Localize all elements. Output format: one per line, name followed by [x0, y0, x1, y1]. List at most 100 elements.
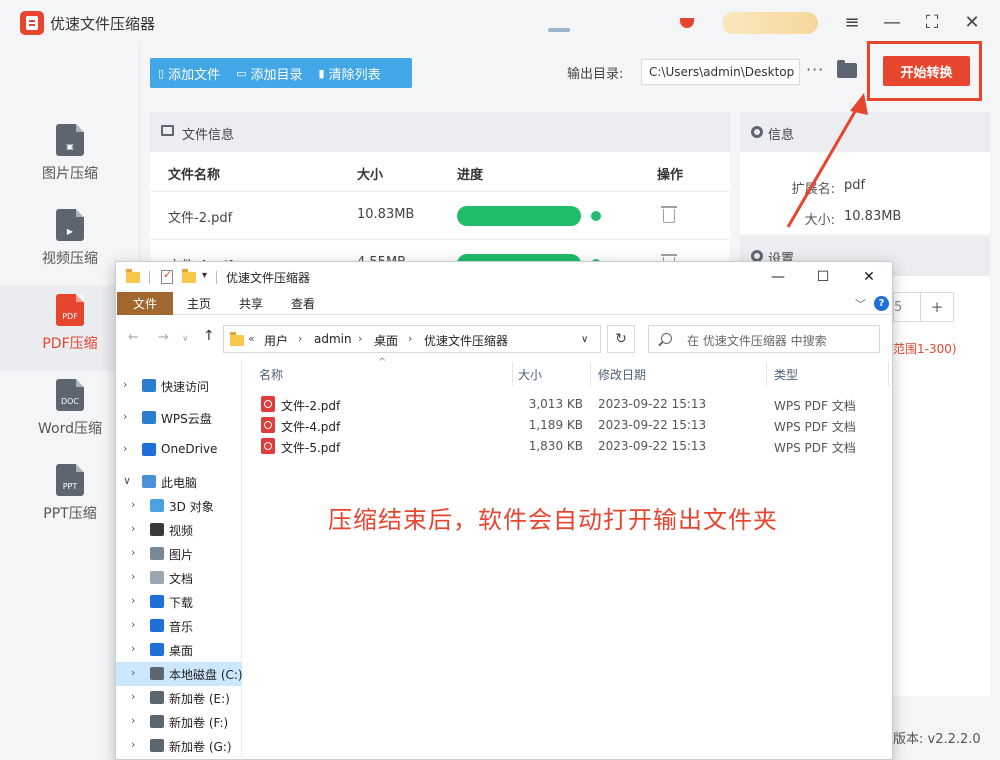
- tree-item[interactable]: › 桌面: [116, 638, 242, 662]
- list-item[interactable]: 文件-2.pdf 3,013 KB 2023-09-22 15:13 WPS P…: [256, 394, 876, 415]
- chevron-right-icon[interactable]: ›: [123, 410, 127, 423]
- chevron-right-icon[interactable]: ›: [131, 546, 135, 559]
- breadcrumb-item[interactable]: admin: [314, 332, 352, 346]
- close-button[interactable]: ✕: [960, 10, 984, 34]
- chevron-right-icon[interactable]: ›: [131, 522, 135, 535]
- list-item[interactable]: 文件-4.pdf 1,189 KB 2023-09-22 15:13 WPS P…: [256, 415, 876, 436]
- tree-item[interactable]: › 新加卷 (F:): [116, 710, 242, 734]
- open-folder-icon[interactable]: [837, 60, 857, 78]
- column-divider[interactable]: [888, 362, 889, 386]
- tree-item[interactable]: › 新加卷 (E:): [116, 686, 242, 710]
- promo-icon[interactable]: [680, 18, 694, 28]
- tab-home[interactable]: 主页: [178, 292, 220, 315]
- tree-item[interactable]: › 视频: [116, 518, 242, 542]
- tree-item-label: 视频: [169, 524, 194, 538]
- chevron-right-icon[interactable]: ›: [131, 666, 135, 679]
- chevron-right-icon[interactable]: ›: [131, 642, 135, 655]
- maximize-button[interactable]: ☐: [813, 267, 833, 287]
- chevron-down-icon[interactable]: ∨: [123, 474, 131, 487]
- breadcrumb-prefix: «: [248, 332, 255, 345]
- chevron-right-icon[interactable]: ›: [131, 618, 135, 631]
- minimize-button[interactable]: —: [880, 10, 904, 34]
- chevron-right-icon[interactable]: ›: [131, 690, 135, 703]
- column-header-date[interactable]: 修改日期: [598, 366, 646, 383]
- expand-ribbon-icon[interactable]: ﹀: [855, 296, 866, 312]
- tree-item[interactable]: ∨ 此电脑: [116, 470, 242, 494]
- file-explorer-window: ▾ 优速文件压缩器 — ☐ ✕ 文件 主页 共享 查看 ﹀ ? ← → ∨ ↑ …: [115, 261, 893, 760]
- refresh-icon[interactable]: ↻: [607, 325, 635, 353]
- tree-item[interactable]: › 快速访问: [116, 374, 242, 398]
- tree-item[interactable]: › 音乐: [116, 614, 242, 638]
- delete-icon[interactable]: [661, 206, 677, 223]
- tree-item[interactable]: › OneDrive: [116, 438, 242, 462]
- chevron-right-icon[interactable]: ›: [123, 442, 127, 455]
- quality-stepper-value[interactable]: 5: [893, 292, 921, 322]
- chevron-right-icon: ›: [408, 332, 413, 345]
- list-item[interactable]: 文件-5.pdf 1,830 KB 2023-09-22 15:13 WPS P…: [256, 436, 876, 457]
- back-icon[interactable]: ←: [128, 330, 139, 345]
- minimize-button[interactable]: —: [768, 267, 788, 287]
- quick-access-dropdown-icon[interactable]: ▾: [202, 270, 207, 281]
- music-icon: [150, 619, 164, 632]
- breadcrumb-item[interactable]: 用户: [264, 332, 288, 349]
- new-folder-icon[interactable]: [182, 269, 196, 283]
- chevron-right-icon[interactable]: ›: [131, 570, 135, 583]
- sidebar-item-image[interactable]: ▣ 图片压缩: [0, 116, 140, 201]
- properties-icon[interactable]: [161, 268, 173, 284]
- tree-item[interactable]: › 3D 对象: [116, 494, 242, 518]
- close-button[interactable]: ✕: [859, 267, 879, 287]
- chevron-right-icon[interactable]: ›: [131, 714, 135, 727]
- chevron-right-icon[interactable]: ›: [131, 594, 135, 607]
- tree-item-label: 新加卷 (E:): [169, 692, 230, 706]
- address-bar[interactable]: « 用户 › admin › 桌面 › 优速文件压缩器: [223, 325, 601, 353]
- column-divider[interactable]: [512, 362, 513, 386]
- column-header-name[interactable]: 名称: [259, 366, 283, 383]
- tree-item[interactable]: › 下载: [116, 590, 242, 614]
- column-divider[interactable]: [590, 362, 591, 386]
- ribbon-tabs: 文件 主页 共享 查看 ﹀ ?: [116, 292, 892, 315]
- tree-item[interactable]: › 图片: [116, 542, 242, 566]
- column-header-type[interactable]: 类型: [774, 366, 798, 383]
- address-dropdown-icon[interactable]: ∨: [581, 334, 588, 345]
- add-folder-button[interactable]: ▭ 添加目录: [228, 58, 310, 88]
- tree-item-label: 新加卷 (G:): [169, 740, 232, 754]
- output-dir-input[interactable]: C:\Users\admin\Desktop: [641, 59, 800, 85]
- row-divider: [150, 239, 730, 240]
- tree-item[interactable]: › 新加卷 (G:): [116, 734, 242, 758]
- tree-item[interactable]: › WPS云盘: [116, 406, 242, 430]
- maximize-button[interactable]: ⛶: [920, 10, 944, 34]
- stepper-plus-button[interactable]: +: [920, 292, 954, 322]
- range-hint: 范围1-300): [893, 342, 957, 356]
- address-row: ← → ∨ ↑ « 用户 › admin › 桌面 › 优速文件压缩器 ∨ ↻ …: [116, 316, 892, 356]
- breadcrumb-item[interactable]: 桌面: [374, 332, 398, 349]
- chevron-right-icon[interactable]: ›: [131, 738, 135, 751]
- tree-item-label: 新加卷 (F:): [169, 716, 229, 730]
- tree-item[interactable]: › 本地磁盘 (C:): [116, 662, 243, 686]
- breadcrumb-item[interactable]: 优速文件压缩器: [424, 332, 508, 349]
- chevron-right-icon[interactable]: ›: [131, 498, 135, 511]
- separator: [149, 271, 150, 284]
- help-icon[interactable]: ?: [874, 296, 889, 311]
- column-header-name: 文件名称: [168, 168, 221, 183]
- column-header-progress: 进度: [457, 168, 484, 183]
- column-header-size[interactable]: 大小: [518, 366, 542, 383]
- onedrive-icon: [142, 443, 156, 456]
- tree-item-label: 桌面: [169, 644, 194, 658]
- column-divider[interactable]: [766, 362, 767, 386]
- up-icon[interactable]: ↑: [203, 328, 215, 344]
- tab-view[interactable]: 查看: [282, 292, 324, 315]
- chevron-right-icon[interactable]: ›: [123, 378, 127, 391]
- tree-item[interactable]: › 文档: [116, 566, 242, 590]
- clear-list-button[interactable]: ▮ 清除列表: [311, 58, 389, 88]
- add-file-button[interactable]: ▯ 添加文件: [150, 58, 228, 88]
- promo-button[interactable]: [722, 12, 818, 34]
- done-check-icon: [591, 211, 601, 221]
- forward-icon[interactable]: →: [158, 330, 169, 345]
- menu-icon[interactable]: ≡: [840, 10, 864, 34]
- tab-file[interactable]: 文件: [117, 292, 173, 315]
- tab-share[interactable]: 共享: [230, 292, 272, 315]
- search-icon: [661, 333, 672, 344]
- recent-dropdown-icon[interactable]: ∨: [182, 334, 189, 344]
- search-input[interactable]: 在 优速文件压缩器 中搜索: [648, 325, 880, 353]
- more-options-button[interactable]: ···: [806, 60, 824, 79]
